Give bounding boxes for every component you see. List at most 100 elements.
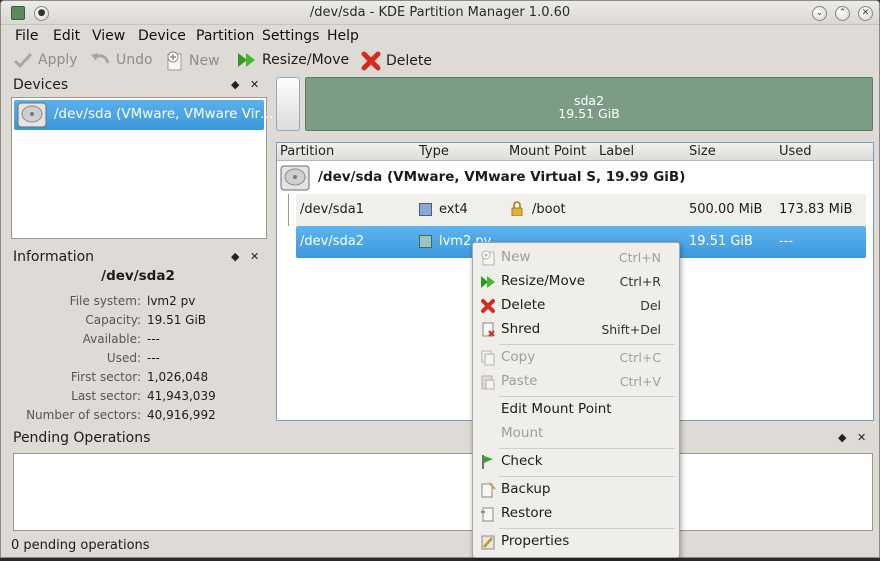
partition-name: /dev/sda1 [300, 202, 364, 217]
menu-item-delete[interactable]: Delete Del [473, 295, 679, 317]
info-key: Used: [106, 351, 141, 365]
column-header-type[interactable]: Type [419, 144, 449, 159]
delete-button[interactable]: Delete [361, 51, 432, 71]
information-dock-title: Information [13, 249, 95, 265]
lock-icon [511, 201, 523, 217]
menu-item-mount[interactable]: Mount [473, 423, 679, 445]
window-title: /dev/sda - KDE Partition Manager 1.0.60 [309, 5, 571, 20]
partition-size: 19.51 GiB [689, 234, 753, 249]
resize-arrows-icon [238, 53, 255, 67]
partition-used: 173.83 MiB [779, 202, 853, 217]
devices-dock-title: Devices [13, 77, 69, 93]
unallocated-segment[interactable] [276, 77, 300, 131]
partition-name: /dev/sda2 [300, 234, 364, 249]
device-row[interactable]: /dev/sda (VMware, VMware Virtual S, 19.9… [277, 162, 873, 194]
apply-button[interactable]: Apply [13, 51, 78, 69]
menu-settings[interactable]: Settings [262, 28, 319, 44]
menu-item-properties[interactable]: Properties [473, 531, 679, 553]
info-key: Number of sectors: [26, 408, 141, 422]
information-dock: Information ◆ ✕ /dev/sda2 File system: lv… [7, 247, 269, 425]
new-document-icon [167, 51, 182, 71]
table-row-sda1[interactable]: /dev/sda1 ext4 /boot 500.00 MiB 173.83 M… [288, 194, 866, 226]
copy-icon [481, 350, 495, 366]
menu-item-new[interactable]: New Ctrl+N [473, 247, 679, 269]
partition-bar: sda2 19.51 GiB [274, 75, 874, 133]
pending-operations-list [13, 453, 873, 531]
devices-list: /dev/sda (VMware, VMware Vir… [11, 97, 274, 239]
device-item-sda[interactable]: /dev/sda (VMware, VMware Vir… [14, 100, 274, 130]
info-value: 1,026,048 [147, 370, 209, 384]
partition-segment-sda2[interactable]: sda2 19.51 GiB [305, 77, 873, 131]
column-header-label[interactable]: Label [599, 144, 634, 159]
info-value: 41,943,039 [147, 389, 216, 403]
pending-operations-dock: Pending Operations ◆ ✕ [7, 428, 877, 534]
menu-item-check[interactable]: Check [473, 451, 679, 473]
menu-item-edit-mount-point[interactable]: Edit Mount Point [473, 399, 679, 421]
column-header-used[interactable]: Used [779, 144, 812, 159]
device-item-label: /dev/sda (VMware, VMware Vir… [54, 106, 274, 122]
dock-float-icon[interactable]: ◆ [838, 431, 846, 444]
undo-icon [91, 53, 110, 64]
minimize-button[interactable]: ⌄ [812, 6, 827, 21]
paste-icon [481, 375, 495, 390]
dock-close-icon[interactable]: ✕ [250, 250, 259, 263]
status-bar-text: 0 pending operations [11, 538, 150, 553]
segment-size: 19.51 GiB [558, 106, 620, 121]
menu-file[interactable]: File [15, 28, 38, 44]
dock-close-icon[interactable]: ✕ [857, 431, 866, 444]
menu-separator [499, 476, 675, 477]
undo-button[interactable]: Undo [89, 51, 153, 69]
shred-icon [482, 322, 495, 337]
checkmark-icon [13, 52, 33, 69]
menu-item-restore[interactable]: Restore [473, 503, 679, 525]
dock-float-icon[interactable]: ◆ [231, 78, 239, 91]
partition-context-menu: New Ctrl+N Resize/Move Ctrl+R Delete Del… [472, 242, 680, 558]
maximize-button[interactable]: ⌃ [835, 6, 850, 21]
device-row-label: /dev/sda (VMware, VMware Virtual S, 19.9… [318, 169, 686, 185]
new-document-icon [481, 250, 495, 266]
menu-view[interactable]: View [92, 28, 125, 44]
info-row: Capacity: 19.51 GiB [7, 313, 265, 329]
info-row: Number of sectors: 40,916,992 [7, 408, 265, 424]
dock-float-icon[interactable]: ◆ [231, 250, 239, 263]
menu-device[interactable]: Device [138, 28, 186, 44]
new-button[interactable]: New [166, 51, 220, 71]
main-window: ● /dev/sda - KDE Partition Manager 1.0.6… [0, 0, 880, 558]
menu-help[interactable]: Help [327, 28, 359, 44]
menu-item-copy[interactable]: Copy Ctrl+C [473, 347, 679, 369]
dock-close-icon[interactable]: ✕ [250, 78, 259, 91]
menu-separator [499, 448, 675, 449]
menu-item-shred[interactable]: Shred Shift+Del [473, 319, 679, 341]
delete-x-icon [481, 299, 495, 313]
pending-operations-title: Pending Operations [13, 430, 151, 446]
menu-partition[interactable]: Partition [196, 28, 254, 44]
menu-item-paste[interactable]: Paste Ctrl+V [473, 371, 679, 393]
menu-item-resize-move[interactable]: Resize/Move Ctrl+R [473, 271, 679, 293]
info-row: First sector: 1,026,048 [7, 370, 265, 386]
tree-line [288, 194, 289, 226]
info-heading: /dev/sda2 [101, 268, 175, 284]
title-bar[interactable]: ● /dev/sda - KDE Partition Manager 1.0.6… [1, 1, 879, 25]
properties-icon [481, 535, 495, 550]
menu-edit[interactable]: Edit [53, 28, 80, 44]
delete-x-icon [361, 51, 381, 71]
fs-color-swatch [419, 235, 432, 248]
hard-disk-icon [280, 165, 310, 191]
resize-move-button[interactable]: Resize/Move [237, 51, 349, 69]
column-header-mount-point[interactable]: Mount Point [509, 144, 586, 159]
info-key: Available: [82, 332, 141, 346]
column-header-size[interactable]: Size [689, 144, 716, 159]
info-value: 19.51 GiB [147, 313, 207, 327]
menu-bar: File Edit View Device Partition Settings… [1, 25, 879, 47]
flag-icon [482, 455, 493, 469]
fs-type: ext4 [439, 202, 468, 217]
close-button[interactable]: ✕ [858, 6, 873, 21]
resize-arrows-icon [481, 276, 495, 288]
info-value: lvm2 pv [147, 294, 196, 308]
column-header-partition[interactable]: Partition [280, 144, 334, 159]
menu-separator [499, 528, 675, 529]
table-header: Partition Type Mount Point Label Size Us… [277, 143, 873, 161]
mount-point: /boot [532, 202, 566, 217]
partition-size: 500.00 MiB [689, 202, 763, 217]
menu-item-backup[interactable]: Backup [473, 479, 679, 501]
